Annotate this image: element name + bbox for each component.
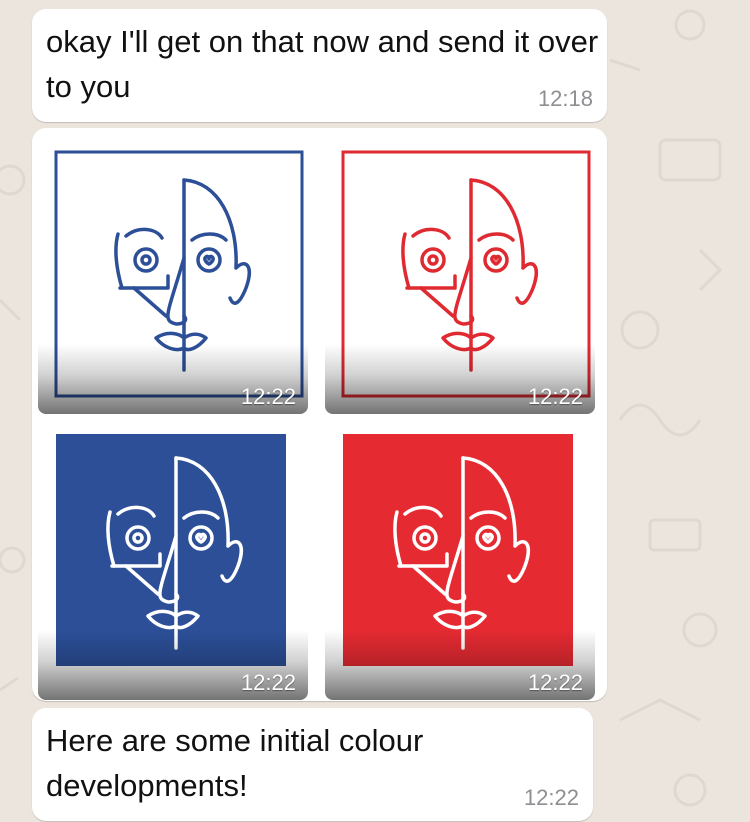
message-timestamp: 12:22: [523, 785, 579, 810]
image-timestamp: 12:22: [240, 384, 296, 409]
image-thumbnail-red-outline[interactable]: 12:22: [325, 132, 595, 414]
image-timestamp: 12:22: [527, 384, 583, 409]
message-bubble-2[interactable]: Here are some initial colour development…: [32, 708, 593, 821]
image-thumbnail-blue-outline[interactable]: 12:22: [38, 132, 308, 414]
message-text: Here are some initial colour development…: [46, 723, 424, 803]
image-timestamp: 12:22: [240, 670, 296, 695]
image-thumbnail-blue-solid[interactable]: 12:22: [38, 418, 308, 700]
message-bubble-1[interactable]: okay I'll get on that now and send it ov…: [32, 9, 607, 122]
message-text: okay I'll get on that now and send it ov…: [46, 24, 599, 104]
image-timestamp: 12:22: [527, 670, 583, 695]
message-timestamp: 12:18: [537, 86, 593, 111]
image-gallery-bubble[interactable]: 12:22 12:22 12:22 12:22: [32, 128, 607, 701]
image-thumbnail-red-solid[interactable]: 12:22: [325, 418, 595, 700]
